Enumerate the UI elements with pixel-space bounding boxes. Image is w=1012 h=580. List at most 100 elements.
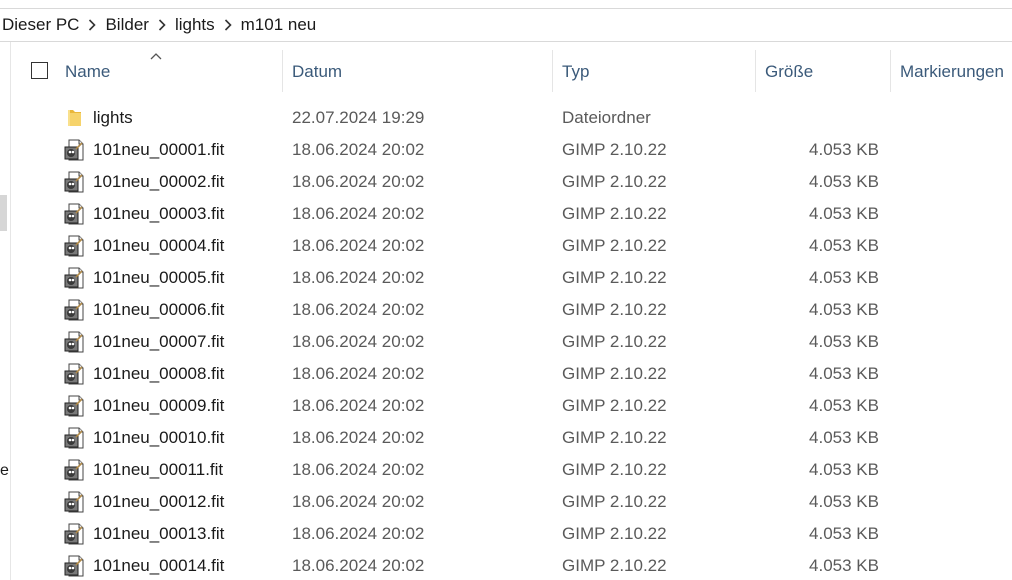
nav-scrollbar-thumb[interactable]: [0, 195, 7, 231]
file-date: 18.06.2024 20:02: [292, 524, 425, 543]
file-type: GIMP 2.10.22: [562, 556, 667, 575]
file-row[interactable]: 101neu_00004.fit 18.06.2024 20:02 GIMP 2.1…: [10, 230, 1012, 262]
file-type: GIMP 2.10.22: [562, 140, 667, 159]
file-type: GIMP 2.10.22: [562, 268, 667, 287]
file-size: 4.053 KB: [809, 332, 879, 351]
file-type: GIMP 2.10.22: [562, 332, 667, 351]
file-row[interactable]: 101neu_00010.fit 18.06.2024 20:02 GIMP 2.1…: [10, 422, 1012, 454]
file-name: 101neu_00013.fit: [93, 524, 225, 543]
file-size: 4.053 KB: [809, 236, 879, 255]
gimp-file-icon: [63, 491, 85, 513]
file-date: 22.07.2024 19:29: [292, 108, 425, 127]
file-row[interactable]: 101neu_00003.fit 18.06.2024 20:02 GIMP 2.1…: [10, 198, 1012, 230]
file-type: GIMP 2.10.22: [562, 364, 667, 383]
column-type[interactable]: Typ: [562, 42, 589, 102]
file-name: 101neu_00006.fit: [93, 300, 225, 319]
file-size: 4.053 KB: [809, 140, 879, 159]
file-name: 101neu_00001.fit: [93, 140, 225, 159]
gimp-file-icon: [63, 555, 85, 577]
file-type: GIMP 2.10.22: [562, 492, 667, 511]
breadcrumb-item-bilder[interactable]: Bilder: [103, 15, 150, 35]
file-type: GIMP 2.10.22: [562, 204, 667, 223]
file-row[interactable]: 101neu_00005.fit 18.06.2024 20:02 GIMP 2.1…: [10, 262, 1012, 294]
file-type: GIMP 2.10.22: [562, 428, 667, 447]
file-name: 101neu_00004.fit: [93, 236, 225, 255]
file-name: 101neu_00010.fit: [93, 428, 225, 447]
sort-ascending-icon: [150, 53, 162, 60]
column-tags[interactable]: Markierungen: [900, 42, 1004, 102]
column-date[interactable]: Datum: [292, 42, 342, 102]
column-divider[interactable]: [755, 50, 756, 92]
file-name: 101neu_00003.fit: [93, 204, 225, 223]
file-row[interactable]: 101neu_00013.fit 18.06.2024 20:02 GIMP 2.1…: [10, 518, 1012, 550]
file-size: 4.053 KB: [809, 428, 879, 447]
file-date: 18.06.2024 20:02: [292, 172, 425, 191]
file-type: Dateiordner: [562, 108, 651, 127]
file-date: 18.06.2024 20:02: [292, 396, 425, 415]
file-type: GIMP 2.10.22: [562, 460, 667, 479]
file-size: 4.053 KB: [809, 556, 879, 575]
file-size: 4.053 KB: [809, 268, 879, 287]
file-size: 4.053 KB: [809, 204, 879, 223]
file-row[interactable]: 101neu_00007.fit 18.06.2024 20:02 GIMP 2.1…: [10, 326, 1012, 358]
gimp-file-icon: [63, 523, 85, 545]
file-row[interactable]: 101neu_00009.fit 18.06.2024 20:02 GIMP 2.1…: [10, 390, 1012, 422]
column-divider[interactable]: [282, 50, 283, 92]
file-date: 18.06.2024 20:02: [292, 460, 425, 479]
file-date: 18.06.2024 20:02: [292, 332, 425, 351]
chevron-right-icon[interactable]: [81, 19, 103, 31]
select-all-checkbox[interactable]: [31, 62, 48, 79]
file-type: GIMP 2.10.22: [562, 396, 667, 415]
file-name: 101neu_00014.fit: [93, 556, 225, 575]
file-name: 101neu_00009.fit: [93, 396, 225, 415]
file-type: GIMP 2.10.22: [562, 300, 667, 319]
column-size[interactable]: Größe: [765, 42, 813, 102]
file-size: 4.053 KB: [809, 492, 879, 511]
file-size: 4.053 KB: [809, 172, 879, 191]
file-name: 101neu_00012.fit: [93, 492, 225, 511]
file-date: 18.06.2024 20:02: [292, 364, 425, 383]
breadcrumb-item-dieser-pc[interactable]: Dieser PC: [0, 15, 81, 35]
breadcrumb-item-lights[interactable]: lights: [173, 15, 217, 35]
file-date: 18.06.2024 20:02: [292, 300, 425, 319]
file-row[interactable]: lights 22.07.2024 19:29 Dateiordner: [10, 102, 1012, 134]
breadcrumb: Dieser PC Bilder lights m101 neu: [0, 8, 1012, 42]
gimp-file-icon: [63, 459, 85, 481]
column-name[interactable]: Name: [65, 42, 110, 102]
gimp-file-icon: [63, 427, 85, 449]
gimp-file-icon: [63, 363, 85, 385]
file-size: 4.053 KB: [809, 396, 879, 415]
column-divider[interactable]: [552, 50, 553, 92]
file-date: 18.06.2024 20:02: [292, 492, 425, 511]
gimp-file-icon: [63, 299, 85, 321]
file-row[interactable]: 101neu_00012.fit 18.06.2024 20:02 GIMP 2.1…: [10, 486, 1012, 518]
file-row[interactable]: 101neu_00014.fit 18.06.2024 20:02 GIMP 2.1…: [10, 550, 1012, 580]
file-row[interactable]: 101neu_00008.fit 18.06.2024 20:02 GIMP 2.1…: [10, 358, 1012, 390]
gimp-file-icon: [63, 171, 85, 193]
file-date: 18.06.2024 20:02: [292, 268, 425, 287]
chevron-right-icon[interactable]: [217, 19, 239, 31]
file-size: 4.053 KB: [809, 460, 879, 479]
file-row[interactable]: 101neu_00001.fit 18.06.2024 20:02 GIMP 2.1…: [10, 134, 1012, 166]
folder-icon: [63, 107, 85, 129]
nav-item-label-clipped[interactable]: e: [0, 462, 9, 480]
file-name: 101neu_00002.fit: [93, 172, 225, 191]
gimp-file-icon: [63, 235, 85, 257]
file-row[interactable]: 101neu_00002.fit 18.06.2024 20:02 GIMP 2.1…: [10, 166, 1012, 198]
file-size: 4.053 KB: [809, 524, 879, 543]
gimp-file-icon: [63, 139, 85, 161]
gimp-file-icon: [63, 331, 85, 353]
file-date: 18.06.2024 20:02: [292, 140, 425, 159]
file-row[interactable]: 101neu_00006.fit 18.06.2024 20:02 GIMP 2.1…: [10, 294, 1012, 326]
breadcrumb-item-m101-neu[interactable]: m101 neu: [239, 15, 319, 35]
gimp-file-icon: [63, 395, 85, 417]
file-size: 4.053 KB: [809, 364, 879, 383]
file-name: 101neu_00008.fit: [93, 364, 225, 383]
file-date: 18.06.2024 20:02: [292, 236, 425, 255]
chevron-right-icon[interactable]: [151, 19, 173, 31]
column-divider[interactable]: [890, 50, 891, 92]
file-date: 18.06.2024 20:02: [292, 556, 425, 575]
file-name: 101neu_00011.fit: [93, 460, 224, 479]
file-name: 101neu_00007.fit: [93, 332, 225, 351]
file-row[interactable]: 101neu_00011.fit 18.06.2024 20:02 GIMP 2.1…: [10, 454, 1012, 486]
